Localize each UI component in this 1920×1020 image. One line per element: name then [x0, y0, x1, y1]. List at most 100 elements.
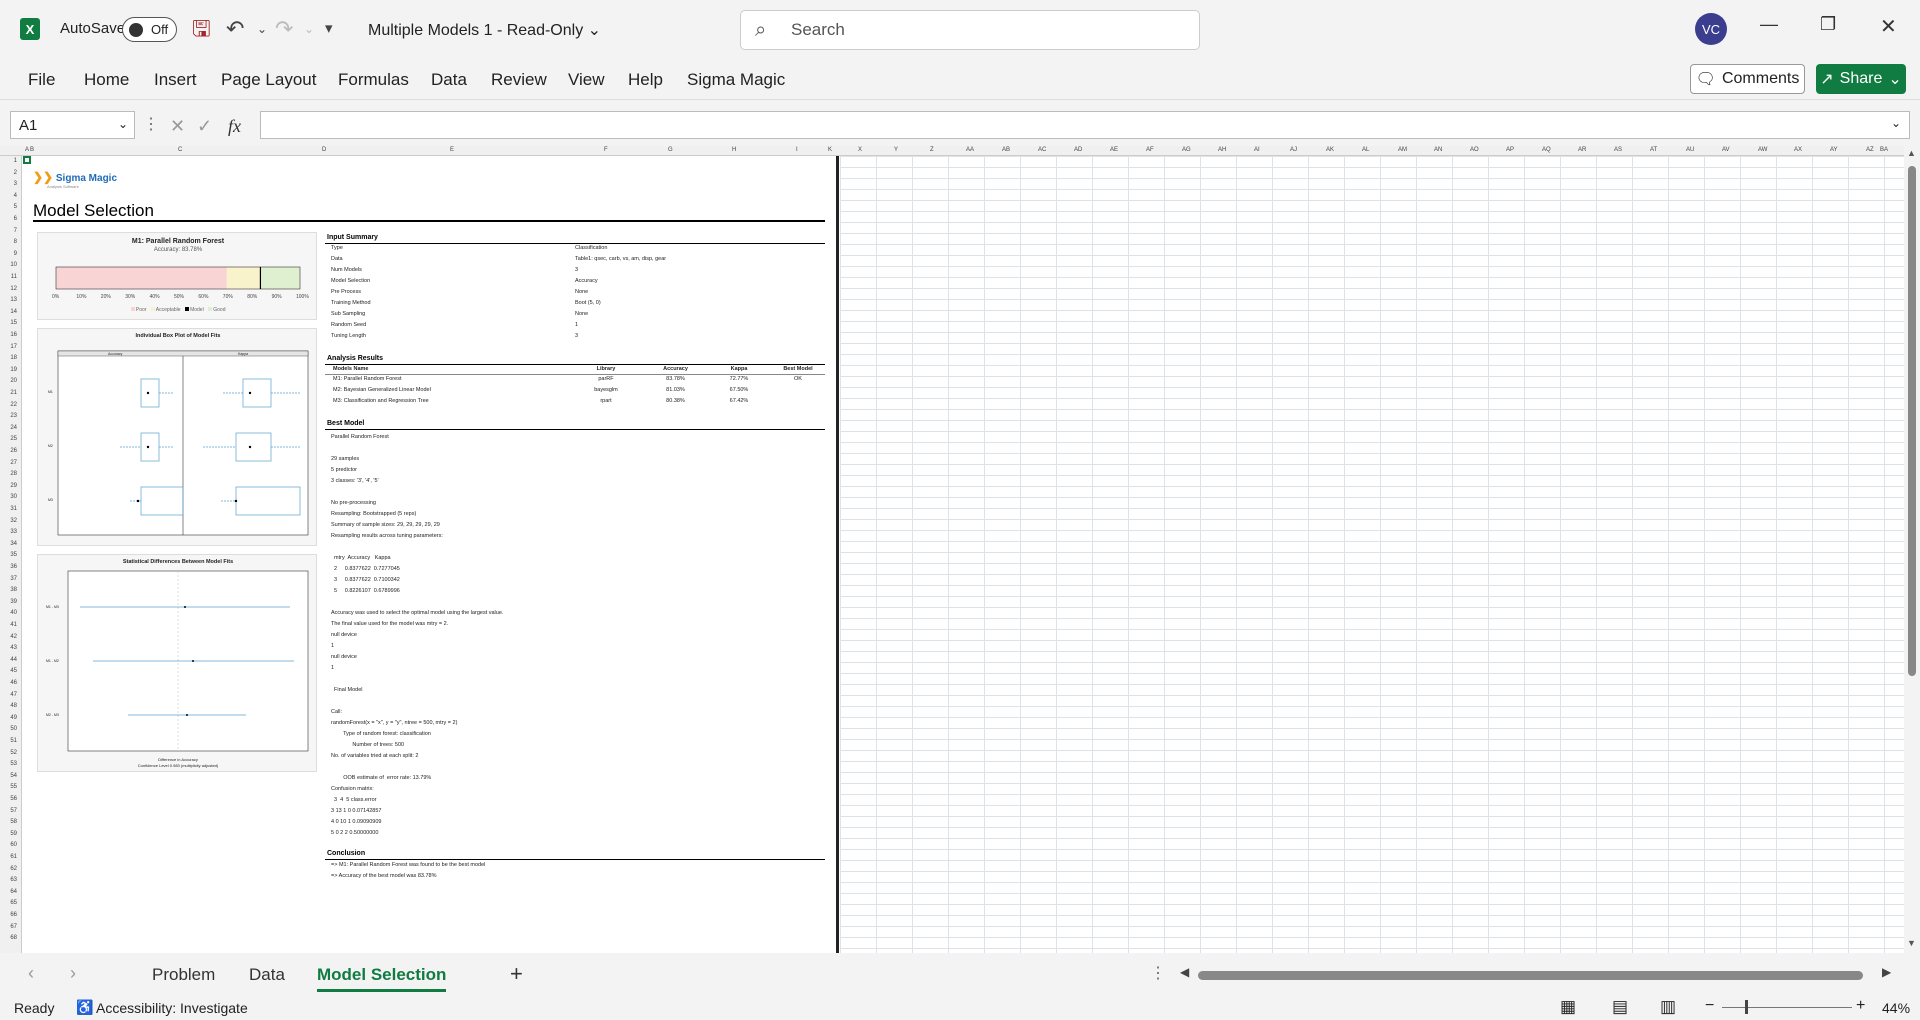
scroll-right-icon[interactable]: ▶	[1882, 965, 1891, 979]
tab-formulas[interactable]: Formulas	[338, 70, 409, 90]
column-header-al[interactable]: AL	[1362, 147, 1369, 153]
row-header-19[interactable]: 19	[10, 367, 17, 373]
avatar[interactable]: VC	[1695, 13, 1727, 45]
row-header-68[interactable]: 68	[10, 935, 17, 941]
row-header-24[interactable]: 24	[10, 425, 17, 431]
row-header-27[interactable]: 27	[10, 460, 17, 466]
scroll-left-icon[interactable]: ◀	[1180, 965, 1189, 979]
column-header-x[interactable]: X	[858, 147, 862, 153]
column-header-ag[interactable]: AG	[1182, 147, 1191, 153]
row-header-46[interactable]: 46	[10, 680, 17, 686]
tab-review[interactable]: Review	[491, 70, 547, 90]
row-header-30[interactable]: 30	[10, 494, 17, 500]
formula-input[interactable]: ⌄	[260, 111, 1910, 139]
row-header-50[interactable]: 50	[10, 726, 17, 732]
column-header-aa[interactable]: AA	[966, 147, 974, 153]
row-header-5[interactable]: 5	[14, 204, 17, 210]
row-header-13[interactable]: 13	[10, 297, 17, 303]
sheet-tab-data[interactable]: Data	[249, 965, 285, 985]
sheet-tab-problem[interactable]: Problem	[152, 965, 215, 985]
redo-dropdown-icon[interactable]: ⌄	[304, 16, 314, 42]
zoom-level[interactable]: 44%	[1882, 1000, 1910, 1016]
vertical-scroll-thumb[interactable]	[1908, 166, 1916, 676]
row-header-57[interactable]: 57	[10, 808, 17, 814]
row-header-16[interactable]: 16	[10, 332, 17, 338]
column-header-i[interactable]: I	[796, 147, 798, 153]
tab-view[interactable]: View	[568, 70, 605, 90]
row-header-3[interactable]: 3	[14, 181, 17, 187]
sheet-tab-model-selection[interactable]: Model Selection	[317, 965, 447, 992]
row-header-36[interactable]: 36	[10, 564, 17, 570]
minimize-icon[interactable]: —	[1760, 14, 1778, 35]
row-header-45[interactable]: 45	[10, 668, 17, 674]
column-header-ay[interactable]: AY	[1830, 147, 1838, 153]
row-header-6[interactable]: 6	[14, 216, 17, 222]
row-header-66[interactable]: 66	[10, 912, 17, 918]
row-header-7[interactable]: 7	[14, 228, 17, 234]
row-header-14[interactable]: 14	[10, 309, 17, 315]
accessibility-status[interactable]: Accessibility: Investigate	[96, 1000, 248, 1016]
restore-icon[interactable]: ❐	[1820, 14, 1836, 35]
row-header-15[interactable]: 15	[10, 320, 17, 326]
row-header-2[interactable]: 2	[14, 170, 17, 176]
row-header-54[interactable]: 54	[10, 773, 17, 779]
box-plot-chart[interactable]: Individual Box Plot of Model Fits Accura…	[37, 328, 317, 546]
tab-insert[interactable]: Insert	[154, 70, 197, 90]
column-header-f[interactable]: F	[604, 147, 608, 153]
row-header-1[interactable]: 1	[14, 158, 17, 164]
row-header-51[interactable]: 51	[10, 738, 17, 744]
column-header-ap[interactable]: AP	[1506, 147, 1514, 153]
row-header-25[interactable]: 25	[10, 436, 17, 442]
share-button[interactable]: ↗ Share ⌄	[1816, 64, 1906, 94]
row-header-21[interactable]: 21	[10, 390, 17, 396]
row-header-22[interactable]: 22	[10, 402, 17, 408]
column-header-ai[interactable]: AI	[1254, 147, 1260, 153]
vertical-scrollbar[interactable]: ▲ ▼	[1904, 146, 1920, 953]
row-header-40[interactable]: 40	[10, 610, 17, 616]
row-header-55[interactable]: 55	[10, 784, 17, 790]
tab-data[interactable]: Data	[431, 70, 467, 90]
add-sheet-icon[interactable]: +	[510, 961, 523, 987]
row-header-58[interactable]: 58	[10, 819, 17, 825]
column-header-ba[interactable]: BA	[1880, 147, 1888, 153]
row-header-18[interactable]: 18	[10, 355, 17, 361]
row-header-59[interactable]: 59	[10, 831, 17, 837]
column-header-ad[interactable]: AD	[1074, 147, 1082, 153]
cancel-entry-icon[interactable]: ✕	[170, 116, 185, 137]
redo-icon[interactable]: ↷	[275, 16, 293, 42]
row-header-8[interactable]: 8	[14, 239, 17, 245]
customize-toolbar-icon[interactable]: ▾	[325, 16, 333, 42]
column-header-e[interactable]: E	[450, 147, 454, 153]
row-header-17[interactable]: 17	[10, 344, 17, 350]
insert-function-icon[interactable]: fx	[228, 116, 241, 137]
zoom-slider[interactable]	[1722, 1007, 1852, 1008]
column-header-aw[interactable]: AW	[1758, 147, 1767, 153]
column-header-au[interactable]: AU	[1686, 147, 1694, 153]
row-header-48[interactable]: 48	[10, 703, 17, 709]
normal-view-icon[interactable]: ▦	[1560, 997, 1576, 1017]
tab-home[interactable]: Home	[84, 70, 129, 90]
name-box[interactable]: A1 ⌄	[10, 111, 135, 139]
comments-button[interactable]: 🗨 Comments	[1690, 64, 1805, 94]
row-header-20[interactable]: 20	[10, 378, 17, 384]
column-header-an[interactable]: AN	[1434, 147, 1442, 153]
row-header-33[interactable]: 33	[10, 529, 17, 535]
document-title[interactable]: Multiple Models 1 - Read-Only ⌄	[368, 20, 601, 40]
row-header-42[interactable]: 42	[10, 634, 17, 640]
column-header-am[interactable]: AM	[1398, 147, 1407, 153]
scroll-up-icon[interactable]: ▲	[1907, 148, 1916, 158]
worksheet-grid[interactable]: A B C D E F G H I K X Y Z AA AB AC AD AE AF AG AH AI AJ AK AL AM A…	[0, 146, 1904, 953]
row-header-52[interactable]: 52	[10, 750, 17, 756]
tab-sigma-magic[interactable]: Sigma Magic	[687, 70, 785, 90]
next-sheet-icon[interactable]: ›	[70, 963, 76, 984]
row-header-62[interactable]: 62	[10, 866, 17, 872]
column-header-z[interactable]: Z	[930, 147, 934, 153]
row-header-28[interactable]: 28	[10, 471, 17, 477]
row-header-26[interactable]: 26	[10, 448, 17, 454]
tab-file[interactable]: File	[28, 70, 55, 90]
differences-chart[interactable]: Statistical Differences Between Model Fi…	[37, 554, 317, 772]
tab-help[interactable]: Help	[628, 70, 663, 90]
tab-page-layout[interactable]: Page Layout	[221, 70, 316, 90]
row-header-67[interactable]: 67	[10, 924, 17, 930]
column-header-c[interactable]: C	[178, 147, 182, 153]
